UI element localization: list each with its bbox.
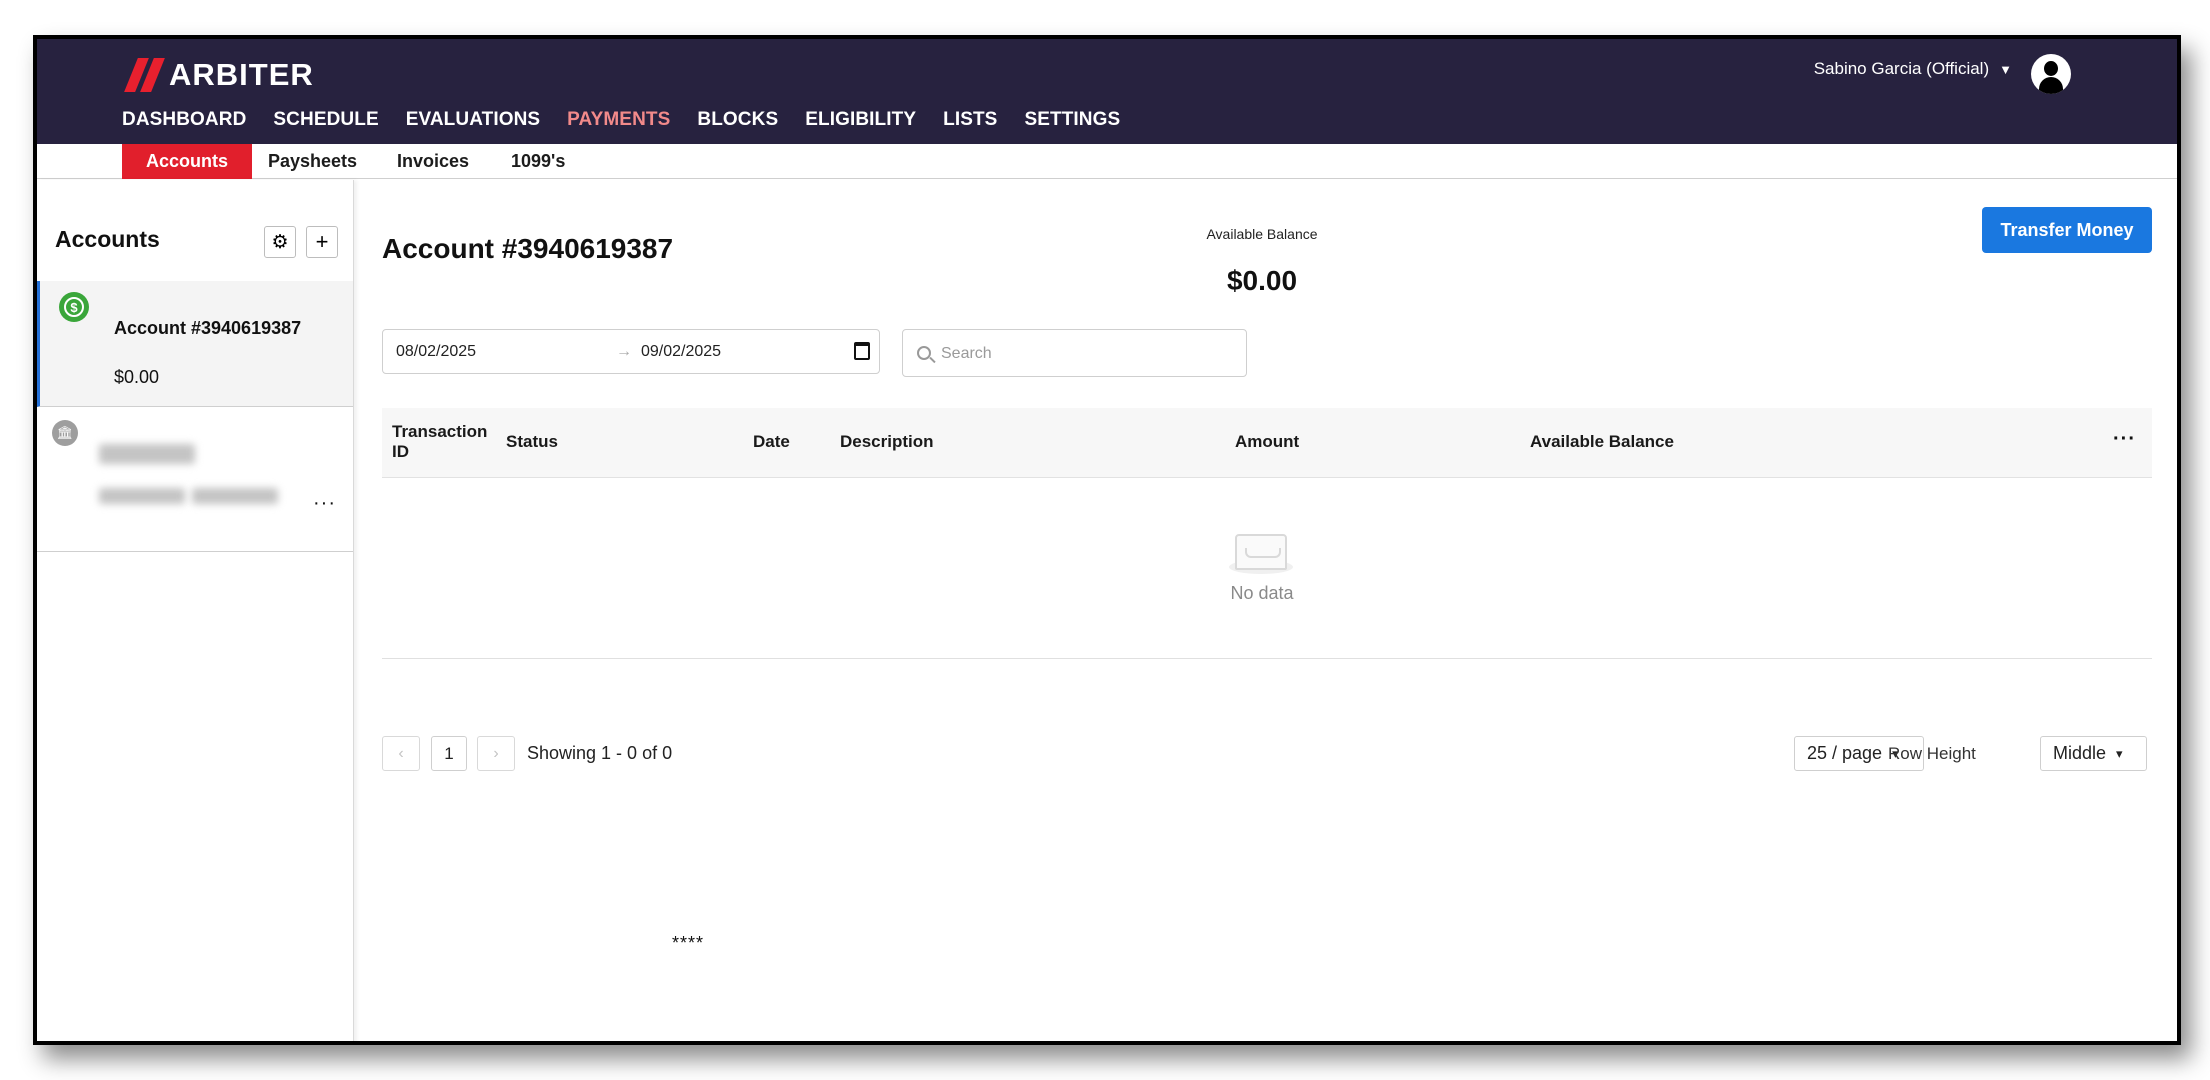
plus-icon: +: [315, 229, 329, 254]
page-number-button[interactable]: 1: [431, 736, 467, 771]
chevron-right-icon: ›: [493, 744, 499, 762]
dollar-circle-icon: $: [59, 292, 89, 322]
accounts-sidebar: Accounts ⚙ + $ Account #3940619387 $0.00…: [37, 180, 354, 1041]
page-size-value: 25 / page: [1807, 743, 1883, 763]
nav-settings[interactable]: SETTINGS: [1024, 109, 1120, 131]
account-balance: $0.00: [114, 367, 160, 387]
account-name: Account #3940619387: [114, 318, 302, 338]
row-height-label: Row Height: [1888, 744, 1976, 763]
previous-page-button[interactable]: ‹: [382, 736, 420, 771]
sidebar-title: Accounts: [55, 226, 160, 252]
column-transaction-id[interactable]: Transaction ID: [392, 422, 492, 462]
app-window: ARBITER DASHBOARD SCHEDULE EVALUATIONS P…: [33, 35, 2181, 1045]
nav-evaluations[interactable]: EVALUATIONS: [406, 109, 540, 131]
account-settings-button[interactable]: ⚙: [264, 226, 296, 258]
transactions-table-header: Transaction ID Status Date Description A…: [382, 408, 2152, 478]
date-range-picker[interactable]: 08/02/2025 → 09/02/2025: [382, 329, 880, 374]
start-date[interactable]: 08/02/2025: [396, 343, 476, 361]
search-field[interactable]: [902, 329, 1247, 377]
footer-mark: ****: [672, 933, 705, 953]
calendar-icon[interactable]: [854, 342, 870, 360]
sub-nav: Accounts Paysheets Invoices 1099's: [37, 144, 2177, 179]
subnav-paysheets[interactable]: Paysheets: [268, 144, 357, 179]
obscured-account-detail: [192, 488, 278, 504]
account-title: Account #3940619387: [382, 233, 674, 264]
nav-eligibility[interactable]: ELIGIBILITY: [805, 109, 916, 131]
caret-down-icon: ▼: [1999, 61, 2012, 77]
subnav-1099s[interactable]: 1099's: [511, 144, 565, 179]
empty-inbox-icon: [1229, 530, 1293, 574]
bank-icon: 🏛: [52, 420, 78, 446]
subnav-invoices[interactable]: Invoices: [397, 144, 469, 179]
account-detail-panel: Account #3940619387 Available Balance $0…: [382, 180, 2152, 1041]
pagination-summary: Showing 1 - 0 of 0: [527, 743, 673, 763]
nav-dashboard[interactable]: DASHBOARD: [122, 109, 246, 131]
transfer-money-button[interactable]: Transfer Money: [1982, 207, 2152, 253]
row-height-select[interactable]: Middle ▾: [2040, 736, 2147, 771]
row-height-value: Middle: [2053, 743, 2107, 763]
column-available-balance[interactable]: Available Balance: [1530, 432, 1674, 452]
top-nav-bar: ARBITER DASHBOARD SCHEDULE EVALUATIONS P…: [37, 39, 2177, 144]
obscured-account-detail: [99, 488, 185, 504]
arbiter-logo-mark: [124, 58, 165, 92]
account-card-selected[interactable]: $ Account #3940619387 $0.00: [37, 281, 353, 407]
empty-message: No data: [1230, 583, 1294, 603]
subnav-accounts[interactable]: Accounts: [122, 144, 253, 179]
table-empty-state: No data: [382, 478, 2152, 659]
avatar-icon[interactable]: [2031, 54, 2071, 94]
column-date[interactable]: Date: [753, 432, 790, 452]
next-page-button[interactable]: ›: [477, 736, 515, 771]
gear-icon: ⚙: [271, 231, 289, 253]
arrow-right-icon: →: [616, 342, 632, 360]
arbiter-logo[interactable]: ARBITER: [124, 57, 314, 93]
user-menu[interactable]: Sabino Garcia (Official) ▼: [1814, 59, 2012, 79]
column-options-icon[interactable]: ···: [2113, 428, 2136, 451]
more-options-icon[interactable]: ···: [313, 492, 336, 515]
column-description[interactable]: Description: [840, 432, 934, 452]
end-date[interactable]: 09/02/2025: [641, 343, 721, 361]
nav-blocks[interactable]: BLOCKS: [697, 109, 778, 131]
main-nav: DASHBOARD SCHEDULE EVALUATIONS PAYMENTS …: [122, 109, 1147, 131]
column-amount[interactable]: Amount: [1235, 432, 1299, 452]
obscured-account-name: [99, 444, 195, 464]
account-card-bank[interactable]: 🏛 ···: [37, 408, 353, 552]
chevron-down-icon: ▾: [2116, 745, 2123, 761]
column-status[interactable]: Status: [506, 432, 558, 452]
chevron-left-icon: ‹: [398, 744, 404, 762]
available-balance-label: Available Balance: [1206, 226, 1318, 242]
available-balance-value: $0.00: [1226, 265, 1298, 296]
user-name: Sabino Garcia (Official): [1813, 59, 1990, 78]
search-input[interactable]: [941, 342, 1231, 366]
brand-name: ARBITER: [169, 57, 314, 92]
nav-payments[interactable]: PAYMENTS: [567, 109, 670, 131]
nav-lists[interactable]: LISTS: [943, 109, 997, 131]
search-icon: [917, 346, 931, 360]
nav-schedule[interactable]: SCHEDULE: [273, 109, 378, 131]
add-account-button[interactable]: +: [306, 226, 338, 258]
